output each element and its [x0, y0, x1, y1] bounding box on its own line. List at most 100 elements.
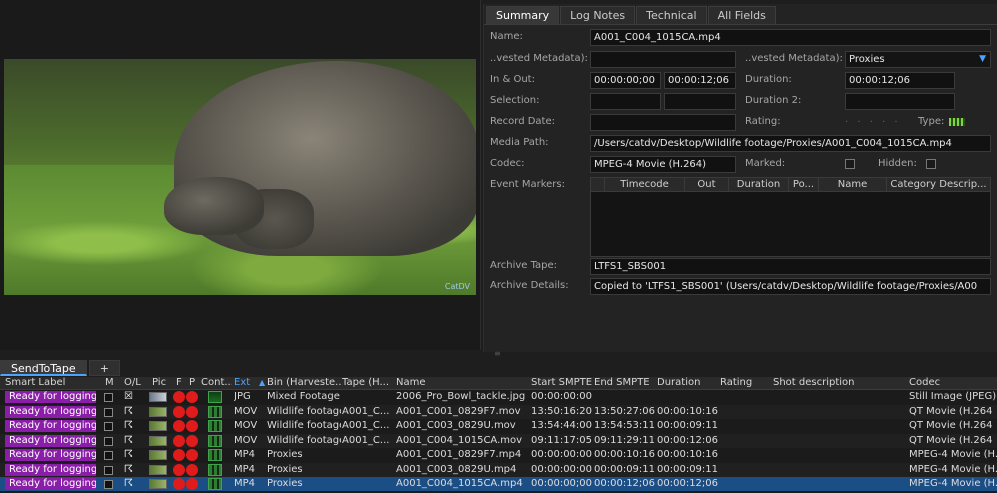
marked-checkbox[interactable]: [104, 465, 113, 475]
table-row[interactable]: Ready for logging ☈ MOV Wildlife footage A00…: [0, 419, 997, 433]
image-content-icon: [208, 391, 222, 403]
selection-in-field[interactable]: [590, 93, 661, 110]
cell-codec: MPEG-4 Movie (H.264: [909, 449, 997, 460]
marked-checkbox[interactable]: [845, 159, 855, 169]
marker-col-timecode[interactable]: Timecode: [605, 178, 685, 191]
cell-duration: 00:00:10:16: [657, 405, 719, 417]
col-end-smpte[interactable]: End SMPTE: [594, 377, 654, 390]
cell-start-smpte: 00:00:00:00: [531, 449, 593, 460]
marker-col-position[interactable]: Po...: [789, 178, 819, 191]
marked-checkbox[interactable]: [104, 393, 113, 402]
cell-name: A001_C003_0829U.mp4: [396, 463, 517, 475]
marker-col-out[interactable]: Out: [685, 178, 729, 191]
offline-status-icon: ☒: [124, 391, 133, 402]
col-start-smpte[interactable]: Start SMPTE: [531, 377, 593, 390]
duration2-field[interactable]: [845, 93, 955, 110]
duration-field[interactable]: 00:00:12;06: [845, 72, 955, 89]
smart-label-badge[interactable]: Ready for logging: [5, 463, 96, 476]
cell-duration: 00:00:09:11: [657, 420, 719, 431]
metadata-panel: Summary Log Notes Technical All Fields N…: [483, 4, 997, 352]
in-field[interactable]: 00:00:00;00: [590, 72, 661, 89]
media-path-field[interactable]: /Users/catdv/Desktop/Wildlife footage/Pr…: [590, 135, 991, 152]
harvested-metadata-left-field[interactable]: [590, 51, 736, 68]
in-out-label: In & Out:: [490, 74, 535, 85]
col-m[interactable]: M: [105, 377, 119, 390]
priority-red-icon: [186, 391, 198, 403]
smart-label-badge[interactable]: Ready for logging: [5, 434, 96, 447]
marked-checkbox[interactable]: [104, 436, 113, 446]
col-pic[interactable]: Pic: [152, 377, 170, 390]
out-field[interactable]: 00:00:12;06: [664, 72, 736, 89]
cell-duration: 00:00:12:06: [657, 434, 719, 446]
cell-duration: 00:00:09:11: [657, 463, 719, 475]
col-f[interactable]: F: [176, 377, 186, 390]
archive-tape-field[interactable]: LTFS1_SBS001: [590, 258, 991, 275]
record-date-field[interactable]: [590, 114, 736, 131]
film-type-icon: [949, 118, 965, 126]
film-content-icon: [208, 405, 222, 418]
tab-log-notes[interactable]: Log Notes: [560, 6, 636, 24]
cell-bin: Wildlife footage: [267, 434, 341, 446]
smart-label-badge[interactable]: Ready for logging: [5, 420, 96, 432]
marker-col-category[interactable]: Category Descrip...: [887, 178, 990, 191]
codec-field[interactable]: MPEG-4 Movie (H.264): [590, 156, 736, 173]
table-row[interactable]: Ready for logging ☈ MP4 Proxies A001_C004_10…: [0, 477, 997, 491]
cell-tape: A001_C...: [342, 405, 390, 417]
cell-codec: QT Movie (H.264: [909, 420, 993, 431]
duration-label: Duration:: [745, 74, 792, 85]
tab-all-fields[interactable]: All Fields: [707, 6, 776, 24]
flag-red-icon: [173, 420, 185, 432]
hidden-label: Hidden:: [878, 158, 917, 169]
col-duration[interactable]: Duration: [657, 377, 719, 390]
table-row[interactable]: Ready for logging ☈ MP4 Proxies A001_C003_08…: [0, 462, 997, 477]
splitter-grip-icon[interactable]: ≡: [494, 349, 501, 358]
marked-checkbox[interactable]: [104, 407, 113, 417]
smart-label-badge[interactable]: Ready for logging: [5, 391, 96, 403]
col-smart-label[interactable]: Smart Label: [5, 377, 100, 390]
archive-details-field[interactable]: Copied to 'LTFS1_SBS001' (Users/catdv/De…: [590, 278, 991, 295]
marker-col-icon[interactable]: [591, 178, 605, 191]
smart-label-badge[interactable]: Ready for logging: [5, 449, 96, 461]
tab-sendtotape[interactable]: SendToTape: [0, 360, 87, 376]
cell-ext: MOV: [234, 434, 258, 446]
cell-end-smpte: 09:11:29:11: [594, 434, 656, 446]
offline-status-icon: ☈: [124, 463, 133, 475]
video-player[interactable]: CatDV: [4, 59, 476, 295]
table-row[interactable]: Ready for logging ☈ MOV Wildlife footage A00…: [0, 404, 997, 419]
col-shot-description[interactable]: Shot description: [773, 377, 905, 390]
col-bin[interactable]: Bin (Harveste...: [267, 377, 341, 390]
marker-col-name[interactable]: Name: [819, 178, 887, 191]
col-codec[interactable]: Codec: [909, 377, 997, 390]
flag-red-icon: [173, 449, 185, 461]
hidden-checkbox[interactable]: [926, 159, 936, 169]
col-rating[interactable]: Rating: [720, 377, 770, 390]
table-row[interactable]: Ready for logging ☈ MOV Wildlife footage A00…: [0, 433, 997, 448]
marked-checkbox[interactable]: [104, 451, 113, 460]
smart-label-badge[interactable]: Ready for logging: [5, 478, 96, 490]
tab-summary[interactable]: Summary: [486, 6, 560, 24]
event-markers-table[interactable]: Timecode Out Duration Po... Name Categor…: [590, 177, 991, 257]
thumbnail-icon: [149, 392, 167, 402]
add-tab-button[interactable]: +: [88, 360, 120, 376]
rating-stars[interactable]: . . . . .: [845, 114, 901, 125]
clip-table: Smart Label M O/L Pic F P Cont... Ext ▲ …: [0, 377, 997, 493]
cell-bin: Wildlife footage: [267, 405, 341, 417]
col-ol[interactable]: O/L: [124, 377, 146, 390]
table-row[interactable]: Ready for logging ☒ JPG Mixed Footage 2006_P…: [0, 390, 997, 404]
selection-out-field[interactable]: [664, 93, 736, 110]
harvested-metadata-select[interactable]: Proxies ▼: [845, 51, 991, 68]
col-p[interactable]: P: [189, 377, 199, 390]
marked-checkbox[interactable]: [104, 422, 113, 431]
tab-technical[interactable]: Technical: [636, 6, 707, 24]
name-field[interactable]: A001_C004_1015CA.mp4: [590, 29, 991, 46]
cell-start-smpte: 00:00:00:00: [531, 391, 593, 402]
col-tape[interactable]: Tape (H...: [342, 377, 394, 390]
marker-col-duration[interactable]: Duration: [729, 178, 789, 191]
col-name[interactable]: Name: [396, 377, 528, 390]
marked-checkbox[interactable]: [104, 480, 113, 489]
col-ext[interactable]: Ext: [234, 377, 262, 390]
smart-label-badge[interactable]: Ready for logging: [5, 405, 96, 418]
table-row[interactable]: Ready for logging ☈ MP4 Proxies A001_C001_08…: [0, 448, 997, 462]
priority-red-icon: [186, 405, 198, 418]
col-content[interactable]: Cont...: [201, 377, 232, 390]
